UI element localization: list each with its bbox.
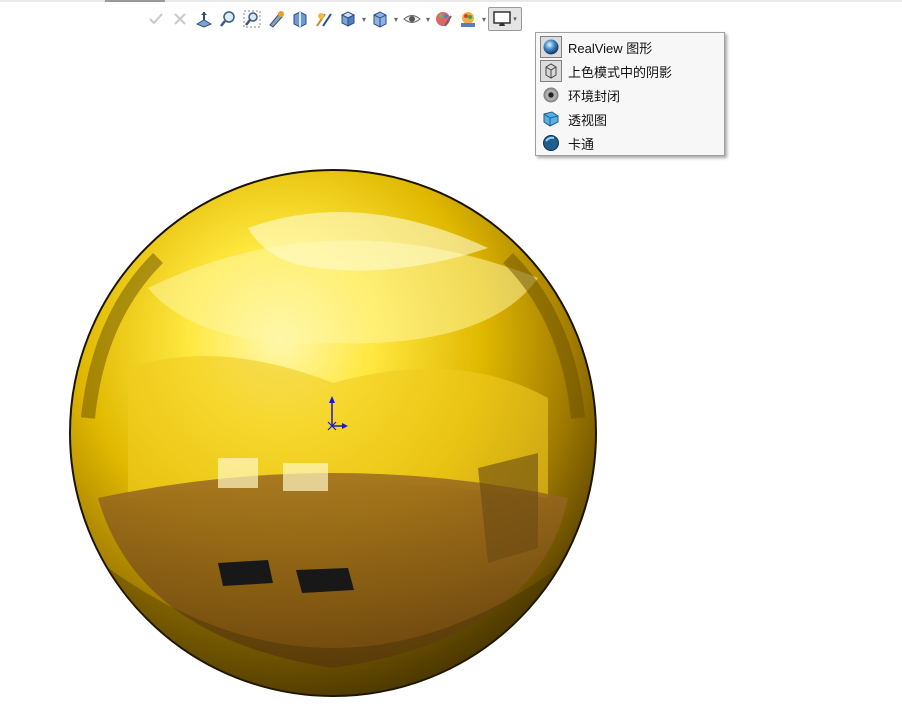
heads-up-view-toolbar: ▾ ▾ ▾ ▾ ▾	[144, 6, 522, 32]
apply-scene-icon[interactable]	[456, 7, 480, 31]
realview-graphics-icon	[540, 36, 562, 58]
display-style-icon[interactable]	[368, 7, 392, 31]
menu-item-perspective[interactable]: 透视图	[536, 107, 724, 131]
coordinate-triad	[322, 394, 350, 434]
view-settings-icon[interactable]: ▾	[488, 7, 522, 31]
view-orientation-icon[interactable]	[192, 7, 216, 31]
view-settings-dropdown-arrow[interactable]: ▾	[513, 15, 517, 23]
title-strip	[0, 0, 902, 2]
ok-check-icon[interactable]	[144, 7, 168, 31]
apply-scene-dropdown-arrow[interactable]: ▾	[480, 7, 488, 31]
menu-label-shadows: 上色模式中的阴影	[568, 64, 673, 80]
ambient-occlusion-icon	[540, 84, 562, 106]
cartoon-icon	[540, 132, 562, 154]
active-tab-marker	[105, 0, 165, 2]
menu-label-perspective: 透视图	[568, 112, 608, 128]
view-orientation-dropdown-arrow[interactable]: ▾	[360, 7, 368, 31]
menu-item-shadows[interactable]: 上色模式中的阴影	[536, 59, 724, 83]
zoom-to-area-icon[interactable]	[240, 7, 264, 31]
view-settings-menu: RealView 图形 上色模式中的阴影 环境封闭 透视图 卡通	[535, 32, 725, 156]
cancel-x-icon[interactable]	[168, 7, 192, 31]
edit-appearance-icon[interactable]	[432, 7, 456, 31]
shadows-in-shaded-mode-icon	[540, 60, 562, 82]
view-orientation-cube-icon[interactable]	[336, 7, 360, 31]
section-view-icon[interactable]	[288, 7, 312, 31]
display-style-dropdown-arrow[interactable]: ▾	[392, 7, 400, 31]
hide-show-items-icon[interactable]	[400, 7, 424, 31]
menu-item-ambient-occlusion[interactable]: 环境封闭	[536, 83, 724, 107]
hide-show-dropdown-arrow[interactable]: ▾	[424, 7, 432, 31]
perspective-icon	[540, 108, 562, 130]
menu-item-realview[interactable]: RealView 图形	[536, 35, 724, 59]
zoom-to-fit-icon[interactable]	[216, 7, 240, 31]
menu-label-ambient-occlusion: 环境封闭	[568, 88, 621, 104]
dynamic-annotation-icon[interactable]	[312, 7, 336, 31]
previous-view-icon[interactable]	[264, 7, 288, 31]
menu-label-realview: RealView 图形	[568, 40, 653, 56]
menu-item-cartoon[interactable]: 卡通	[536, 131, 724, 155]
menu-label-cartoon: 卡通	[568, 136, 595, 152]
